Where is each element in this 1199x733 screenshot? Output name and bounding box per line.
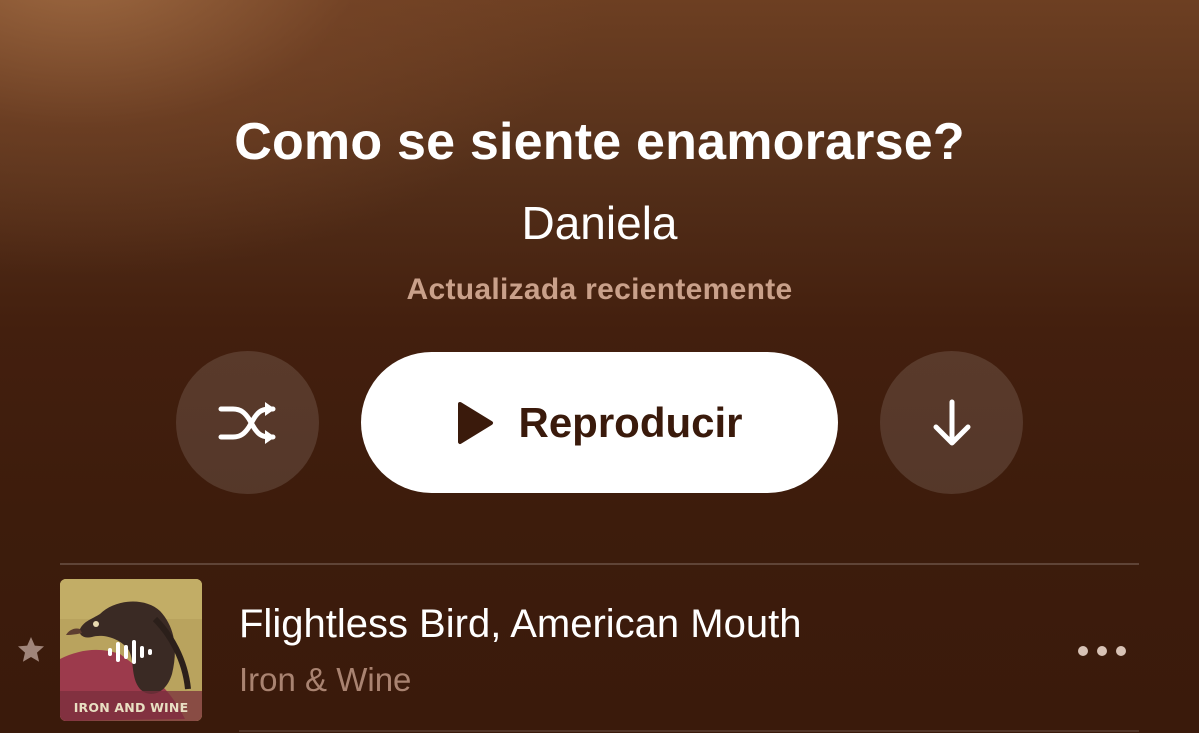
track-artist[interactable]: Iron & Wine [239,661,411,699]
more-dot-icon [1116,646,1126,656]
updated-status: Actualizada recientemente [406,273,793,306]
row-divider [239,730,1139,732]
now-playing-icon [108,640,152,664]
arrow-down-icon [933,399,970,445]
play-button[interactable]: Reproducir [361,352,838,493]
more-options-button[interactable] [1078,639,1126,663]
album-art-text: IRON AND WINE [73,700,189,715]
more-dot-icon [1078,646,1088,656]
play-icon [458,401,494,444]
list-divider [60,563,1139,565]
playlist-owner[interactable]: Daniela [0,196,1199,250]
playlist-title: Como se siente enamorarse? [234,113,965,171]
star-icon [18,637,44,662]
more-dot-icon [1097,646,1107,656]
shuffle-button[interactable] [176,351,319,494]
track-title: Flightless Bird, American Mouth [239,602,802,646]
track-row[interactable]: IRON AND WINE Flightless Bird, American … [0,577,1199,723]
download-button[interactable] [880,351,1023,494]
album-artwork[interactable]: IRON AND WINE [60,579,202,721]
play-button-label: Reproducir [518,398,743,446]
shuffle-icon [218,401,275,444]
